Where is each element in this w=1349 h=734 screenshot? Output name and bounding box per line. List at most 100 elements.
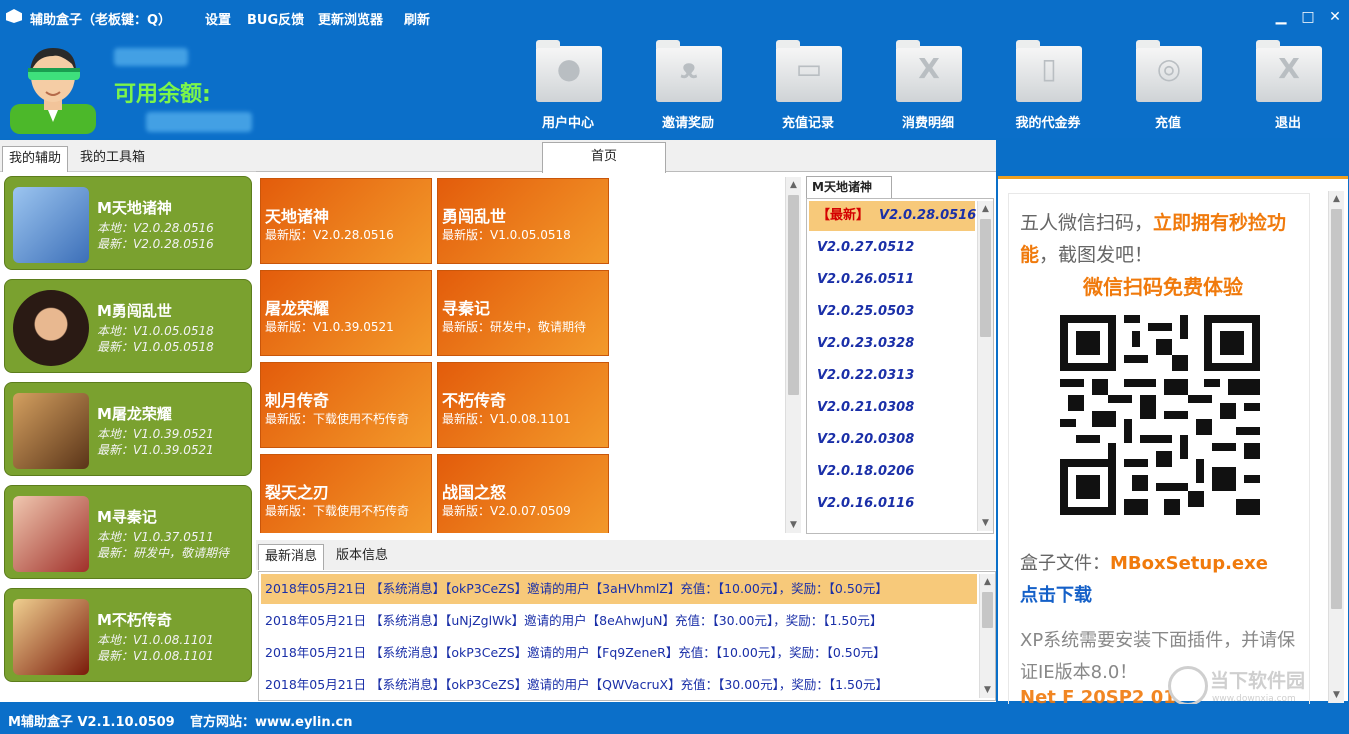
game-local-version: 本地：V1.0.37.0511 (97, 530, 214, 544)
logout-label: 退出 (1274, 116, 1301, 131)
scroll-up-arrow-icon[interactable]: ▲ (786, 178, 801, 192)
tab-my-toolbox[interactable]: 我的工具箱 (74, 146, 151, 172)
watermark-logo-icon (1168, 666, 1208, 706)
version-tab[interactable]: M天地诸神 (806, 176, 892, 198)
maximize-button[interactable]: □ (1297, 7, 1319, 27)
version-label: V2.0.18.0206 (817, 464, 915, 479)
game-card[interactable]: M屠龙荣耀 本地：V1.0.39.0521 最新：V1.0.39.0521 (4, 382, 252, 476)
game-latest-version: 最新：V1.0.08.1101 (97, 649, 214, 663)
menu-settings[interactable]: 设置 (205, 9, 231, 28)
scroll-down-arrow-icon[interactable]: ▼ (978, 516, 993, 530)
tile-version: 最新版：V1.0.08.1101 (442, 412, 571, 426)
news-date: 2018年05月21日 (265, 581, 367, 596)
game-local-version: 本地：V1.0.08.1101 (97, 633, 214, 647)
my-vouchers-button[interactable]: ▯ 我的代金券 (998, 40, 1098, 132)
version-label: V2.0.20.0308 (817, 432, 915, 447)
qr-code (1060, 315, 1260, 515)
version-item[interactable]: V2.0.26.0511 (809, 265, 975, 295)
news-row[interactable]: 2018年05月21日 【系统消息】【uNjZglWk】邀请的用户【8eAhwJ… (261, 606, 977, 636)
version-item[interactable]: V2.0.20.0308 (809, 425, 975, 455)
menu-refresh[interactable]: 刷新 (404, 9, 430, 28)
game-tile[interactable]: 屠龙荣耀 最新版：V1.0.39.0521 (260, 270, 432, 356)
scroll-up-arrow-icon[interactable]: ▲ (1329, 192, 1344, 206)
game-tile[interactable]: 天地诸神 最新版：V2.0.28.0516 (260, 178, 432, 264)
invite-reward-button[interactable]: ᴥ 邀请奖励 (638, 40, 738, 132)
news-scrollbar[interactable]: ▲ ▼ (979, 574, 995, 698)
balance-value-blurred (146, 112, 252, 132)
news-text: 【系统消息】【okP3CeZS】邀请的用户【3aHVhmlZ】充值：【10.00… (370, 581, 888, 596)
menu-bug-report[interactable]: BUG反馈 (247, 9, 304, 28)
ad-scrollbar[interactable]: ▲ ▼ (1328, 191, 1344, 703)
recharge-record-button[interactable]: ▭ 充值记录 (758, 40, 858, 132)
news-text: 【系统消息】【okP3CeZS】邀请的用户【Fq9ZeneR】充值：【10.00… (370, 645, 886, 660)
scroll-up-arrow-icon[interactable]: ▲ (980, 575, 995, 589)
version-item[interactable]: V2.0.16.0116 (809, 489, 975, 519)
tab-version-info[interactable]: 版本信息 (330, 544, 394, 570)
game-card[interactable]: M天地诸神 本地：V2.0.28.0516 最新：V2.0.28.0516 (4, 176, 252, 270)
scroll-thumb[interactable] (1331, 209, 1342, 609)
box-file-line: 盒子文件：MBoxSetup.exe (1020, 549, 1268, 575)
newest-tag: 【最新】 (817, 208, 870, 223)
main-tabs: 首页 (256, 140, 996, 173)
minimize-button[interactable]: ▁ (1270, 7, 1292, 27)
recharge-button[interactable]: ◎ 充值 (1118, 40, 1218, 132)
scroll-thumb[interactable] (980, 219, 991, 337)
game-tile[interactable]: 不朽传奇 最新版：V1.0.08.1101 (437, 362, 609, 448)
tab-home[interactable]: 首页 (542, 142, 666, 173)
game-tile[interactable]: 战国之怒 最新版：V2.0.07.0509 (437, 454, 609, 533)
version-scrollbar[interactable]: ▲ ▼ (977, 201, 993, 531)
menu-update-browser[interactable]: 更新浏览器 (318, 9, 383, 28)
news-text: 【系统消息】【okP3CeZS】邀请的用户【QWVacruX】充值：【30.00… (370, 677, 888, 692)
game-card[interactable]: M勇闯乱世 本地：V1.0.05.0518 最新：V1.0.05.0518 (4, 279, 252, 373)
version-item[interactable]: V2.0.21.0308 (809, 393, 975, 423)
game-thumbnail (13, 290, 89, 366)
news-text: 【系统消息】【uNjZglWk】邀请的用户【8eAhwJuN】充值：【30.00… (370, 613, 883, 628)
download-link[interactable]: 点击下载 (1020, 581, 1092, 607)
watermark-text: 当下软件园 (1210, 670, 1306, 692)
user-center-button[interactable]: ● 用户中心 (518, 40, 618, 132)
game-card[interactable]: M寻秦记 本地：V1.0.37.0511 最新：研发中，敬请期待 (4, 485, 252, 579)
scroll-up-arrow-icon[interactable]: ▲ (978, 202, 993, 216)
version-list: 【最新】 V2.0.28.0516 V2.0.27.0512 V2.0.26.05… (806, 198, 994, 534)
version-item[interactable]: V2.0.22.0313 (809, 361, 975, 391)
tab-my-assistant[interactable]: 我的辅助 (2, 146, 69, 172)
news-row[interactable]: 2018年05月21日 【系统消息】【okP3CeZS】邀请的用户【Fq9Zen… (261, 638, 977, 668)
news-row[interactable]: 2018年05月21日 【系统消息】【okP3CeZS】邀请的用户【3aHVhm… (261, 574, 977, 604)
scroll-thumb[interactable] (788, 195, 799, 395)
my-vouchers-label: 我的代金券 (1015, 116, 1081, 131)
tile-name: 天地诸神 (265, 207, 330, 226)
grid-scrollbar[interactable]: ▲ ▼ (785, 177, 801, 533)
ad-promo-part2: ，截图发吧！ (1039, 244, 1154, 266)
version-item[interactable]: V2.0.23.0328 (809, 329, 975, 359)
game-card[interactable]: M不朽传奇 本地：V1.0.08.1101 最新：V1.0.08.1101 (4, 588, 252, 682)
tile-version: 最新版：研发中，敬请期待 (442, 320, 587, 334)
news-row[interactable]: 2018年05月21日 【系统消息】【okP3CeZS】邀请的用户【QWVacr… (261, 670, 977, 700)
scroll-thumb[interactable] (982, 592, 993, 628)
close-button[interactable]: ✕ (1324, 7, 1346, 27)
game-tile[interactable]: 刺月传奇 最新版：下载使用不朽传奇 (260, 362, 432, 448)
game-tile[interactable]: 勇闯乱世 最新版：V1.0.05.0518 (437, 178, 609, 264)
game-thumbnail (13, 496, 89, 572)
game-tile[interactable]: 裂天之刃 最新版：下载使用不朽传奇 (260, 454, 432, 533)
consumption-detail-button[interactable]: X 消费明细 (878, 40, 978, 132)
tab-latest-news[interactable]: 最新消息 (258, 544, 325, 570)
version-item[interactable]: V2.0.25.0503 (809, 297, 975, 327)
version-label: V2.0.26.0511 (817, 272, 915, 287)
game-tile[interactable]: 寻秦记 最新版：研发中，敬请期待 (437, 270, 609, 356)
x-icon: X (918, 52, 940, 85)
game-local-version: 本地：V1.0.39.0521 (97, 427, 214, 441)
official-site[interactable]: 官方网站：www.eylin.cn (190, 711, 353, 730)
tile-name: 屠龙荣耀 (265, 299, 330, 318)
logout-button[interactable]: X 退出 (1238, 40, 1338, 132)
scroll-down-arrow-icon[interactable]: ▼ (786, 518, 801, 532)
game-latest-version: 最新：V2.0.28.0516 (97, 237, 214, 251)
tile-name: 战国之怒 (442, 483, 507, 502)
status-bar: M辅助盒子 V2.1.10.0509 官方网站：www.eylin.cn (0, 704, 1349, 734)
version-item[interactable]: 【最新】 V2.0.28.0516 (809, 201, 976, 231)
version-item[interactable]: V2.0.27.0512 (809, 233, 975, 263)
game-grid: 天地诸神 最新版：V2.0.28.0516 勇闯乱世 最新版：V1.0.05.0… (259, 177, 799, 533)
game-thumbnail (13, 393, 89, 469)
game-thumbnail (13, 187, 89, 263)
scroll-down-arrow-icon[interactable]: ▼ (980, 683, 995, 697)
version-item[interactable]: V2.0.18.0206 (809, 457, 975, 487)
